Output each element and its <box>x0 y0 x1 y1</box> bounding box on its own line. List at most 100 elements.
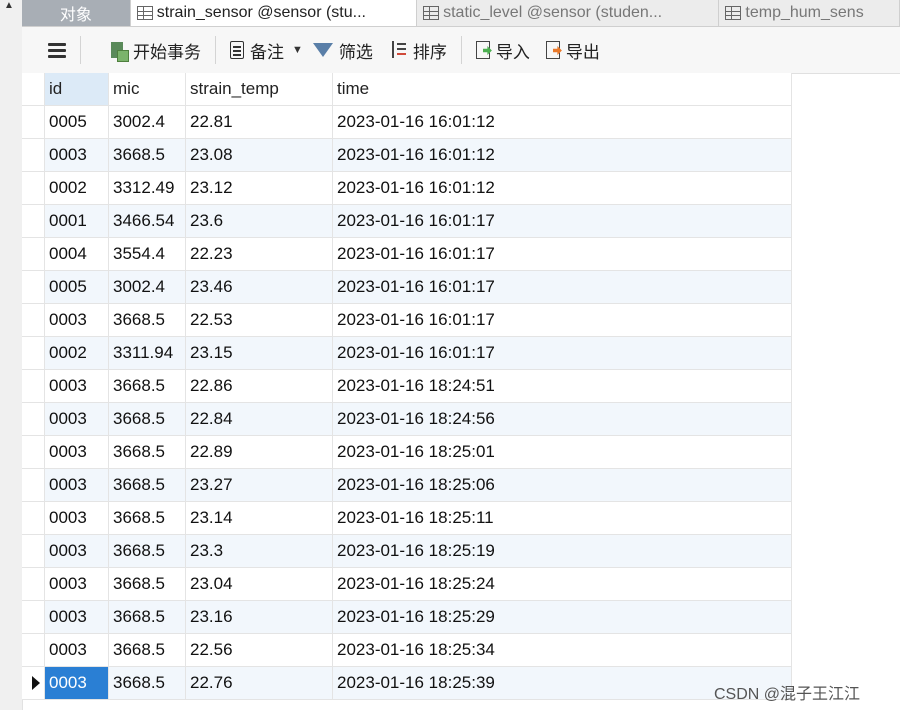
table-row[interactable]: 0003 3668.5 22.84 2023-01-16 18:24:56 <box>22 402 792 436</box>
cell-time[interactable]: 2023-01-16 18:25:19 <box>332 534 792 568</box>
cell-mic[interactable]: 3668.5 <box>108 303 186 337</box>
cell-mic[interactable]: 3668.5 <box>108 402 186 436</box>
column-header-time[interactable]: time <box>332 73 792 106</box>
cell-mic[interactable]: 3466.54 <box>108 204 186 238</box>
cell-time[interactable]: 2023-01-16 18:25:29 <box>332 600 792 634</box>
table-row[interactable]: 0003 3668.5 22.53 2023-01-16 16:01:17 <box>22 303 792 337</box>
cell-id[interactable]: 0005 <box>44 105 109 139</box>
row-header[interactable] <box>22 138 45 172</box>
cell-id[interactable]: 0003 <box>44 633 109 667</box>
table-row[interactable]: 0003 3668.5 23.04 2023-01-16 18:25:24 <box>22 567 792 601</box>
cell-mic[interactable]: 3311.94 <box>108 336 186 370</box>
filter-button[interactable]: 筛选 <box>311 35 381 65</box>
row-header[interactable] <box>22 171 45 205</box>
cell-time[interactable]: 2023-01-16 18:24:51 <box>332 369 792 403</box>
cell-mic[interactable]: 3668.5 <box>108 567 186 601</box>
table-row[interactable]: 0003 3668.5 23.14 2023-01-16 18:25:11 <box>22 501 792 535</box>
column-header-strain-temp[interactable]: strain_temp <box>185 73 333 106</box>
cell-id[interactable]: 0005 <box>44 270 109 304</box>
row-header[interactable] <box>22 534 45 568</box>
cell-strain-temp[interactable]: 22.86 <box>185 369 333 403</box>
cell-strain-temp[interactable]: 23.46 <box>185 270 333 304</box>
chevron-down-icon[interactable]: ▼ <box>292 44 303 56</box>
table-row[interactable]: 0003 3668.5 22.89 2023-01-16 18:25:01 <box>22 435 792 469</box>
cell-id[interactable]: 0003 <box>44 666 109 700</box>
cell-id[interactable]: 0003 <box>44 534 109 568</box>
table-row[interactable]: 0003 3668.5 23.27 2023-01-16 18:25:06 <box>22 468 792 502</box>
tab-strain-sensor[interactable]: strain_sensor @sensor (stu... <box>130 0 418 26</box>
cell-strain-temp[interactable]: 23.15 <box>185 336 333 370</box>
cell-time[interactable]: 2023-01-16 16:01:17 <box>332 336 792 370</box>
cell-id[interactable]: 0003 <box>44 567 109 601</box>
row-header[interactable] <box>22 336 45 370</box>
row-header[interactable] <box>22 237 45 271</box>
cell-time[interactable]: 2023-01-16 18:25:11 <box>332 501 792 535</box>
table-row[interactable]: 0002 3312.49 23.12 2023-01-16 16:01:12 <box>22 171 792 205</box>
row-header[interactable] <box>22 633 45 667</box>
cell-time[interactable]: 2023-01-16 16:01:17 <box>332 270 792 304</box>
menu-button[interactable] <box>40 35 74 65</box>
cell-time[interactable]: 2023-01-16 16:01:17 <box>332 204 792 238</box>
export-button[interactable]: 导出 <box>538 35 608 65</box>
note-button[interactable]: 备注 ▼ <box>222 35 311 65</box>
cell-id[interactable]: 0003 <box>44 600 109 634</box>
cell-id[interactable]: 0004 <box>44 237 109 271</box>
cell-strain-temp[interactable]: 23.16 <box>185 600 333 634</box>
table-row[interactable]: 0003 3668.5 22.76 2023-01-16 18:25:39 <box>22 666 792 700</box>
cell-mic[interactable]: 3668.5 <box>108 468 186 502</box>
import-button[interactable]: 导入 <box>468 35 538 65</box>
sort-button[interactable]: 排序 <box>381 35 455 65</box>
cell-mic[interactable]: 3668.5 <box>108 666 186 700</box>
cell-strain-temp[interactable]: 23.04 <box>185 567 333 601</box>
column-header-mic[interactable]: mic <box>108 73 186 106</box>
cell-mic[interactable]: 3002.4 <box>108 105 186 139</box>
row-header[interactable] <box>22 270 45 304</box>
cell-mic[interactable]: 3668.5 <box>108 435 186 469</box>
table-row[interactable]: 0003 3668.5 23.16 2023-01-16 18:25:29 <box>22 600 792 634</box>
table-row[interactable]: 0003 3668.5 23.3 2023-01-16 18:25:19 <box>22 534 792 568</box>
table-row[interactable]: 0004 3554.4 22.23 2023-01-16 16:01:17 <box>22 237 792 271</box>
cell-strain-temp[interactable]: 23.27 <box>185 468 333 502</box>
cell-strain-temp[interactable]: 22.84 <box>185 402 333 436</box>
cell-time[interactable]: 2023-01-16 16:01:17 <box>332 237 792 271</box>
row-header[interactable] <box>22 402 45 436</box>
cell-strain-temp[interactable]: 22.89 <box>185 435 333 469</box>
table-row[interactable]: 0003 3668.5 23.08 2023-01-16 16:01:12 <box>22 138 792 172</box>
cell-id[interactable]: 0003 <box>44 138 109 172</box>
scroll-up-arrow-icon[interactable]: ▲ <box>4 0 14 12</box>
cell-mic[interactable]: 3312.49 <box>108 171 186 205</box>
cell-id[interactable]: 0001 <box>44 204 109 238</box>
cell-time[interactable]: 2023-01-16 18:25:06 <box>332 468 792 502</box>
cell-mic[interactable]: 3668.5 <box>108 600 186 634</box>
row-header[interactable] <box>22 666 45 700</box>
table-row[interactable]: 0002 3311.94 23.15 2023-01-16 16:01:17 <box>22 336 792 370</box>
cell-strain-temp[interactable]: 23.3 <box>185 534 333 568</box>
column-header-id[interactable]: id <box>44 73 109 106</box>
cell-id[interactable]: 0002 <box>44 171 109 205</box>
row-header[interactable] <box>22 303 45 337</box>
cell-id[interactable]: 0003 <box>44 468 109 502</box>
cell-id[interactable]: 0003 <box>44 501 109 535</box>
table-row[interactable]: 0003 3668.5 22.56 2023-01-16 18:25:34 <box>22 633 792 667</box>
row-header[interactable] <box>22 369 45 403</box>
row-header[interactable] <box>22 567 45 601</box>
cell-strain-temp[interactable]: 22.76 <box>185 666 333 700</box>
row-header[interactable] <box>22 435 45 469</box>
table-row[interactable]: 0005 3002.4 23.46 2023-01-16 16:01:17 <box>22 270 792 304</box>
cell-strain-temp[interactable]: 23.14 <box>185 501 333 535</box>
cell-mic[interactable]: 3668.5 <box>108 501 186 535</box>
cell-strain-temp[interactable]: 22.56 <box>185 633 333 667</box>
begin-transaction-button[interactable]: 开始事务 <box>101 35 209 65</box>
cell-id[interactable]: 0003 <box>44 369 109 403</box>
cell-time[interactable]: 2023-01-16 16:01:12 <box>332 105 792 139</box>
cell-mic[interactable]: 3668.5 <box>108 534 186 568</box>
tab-temp-hum-sensor[interactable]: temp_hum_sens <box>719 0 900 26</box>
cell-id[interactable]: 0002 <box>44 336 109 370</box>
table-row[interactable]: 0005 3002.4 22.81 2023-01-16 16:01:12 <box>22 105 792 139</box>
cell-mic[interactable]: 3668.5 <box>108 369 186 403</box>
tab-static-level[interactable]: static_level @sensor (studen... <box>417 0 720 26</box>
cell-strain-temp[interactable]: 22.81 <box>185 105 333 139</box>
cell-id[interactable]: 0003 <box>44 402 109 436</box>
row-header[interactable] <box>22 600 45 634</box>
cell-id[interactable]: 0003 <box>44 303 109 337</box>
